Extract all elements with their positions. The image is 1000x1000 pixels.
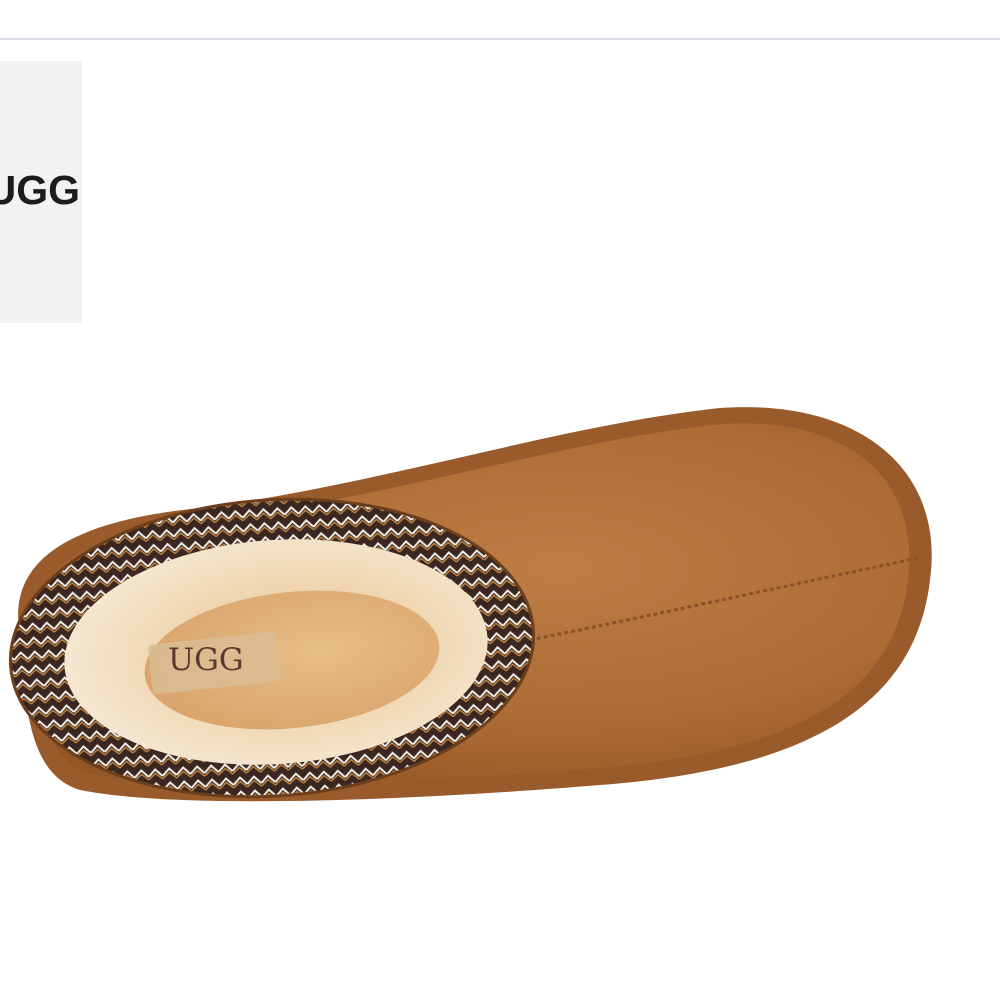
header-divider — [0, 38, 1000, 40]
brand-card[interactable]: UGG — [0, 61, 82, 323]
insole-logo-text: UGG — [168, 642, 244, 678]
slipper-illustration: UGG — [8, 407, 932, 802]
product-image[interactable]: UGG — [0, 380, 1000, 840]
page: UGG UGG — [0, 0, 1000, 1000]
brand-card-label: UGG — [0, 167, 80, 213]
